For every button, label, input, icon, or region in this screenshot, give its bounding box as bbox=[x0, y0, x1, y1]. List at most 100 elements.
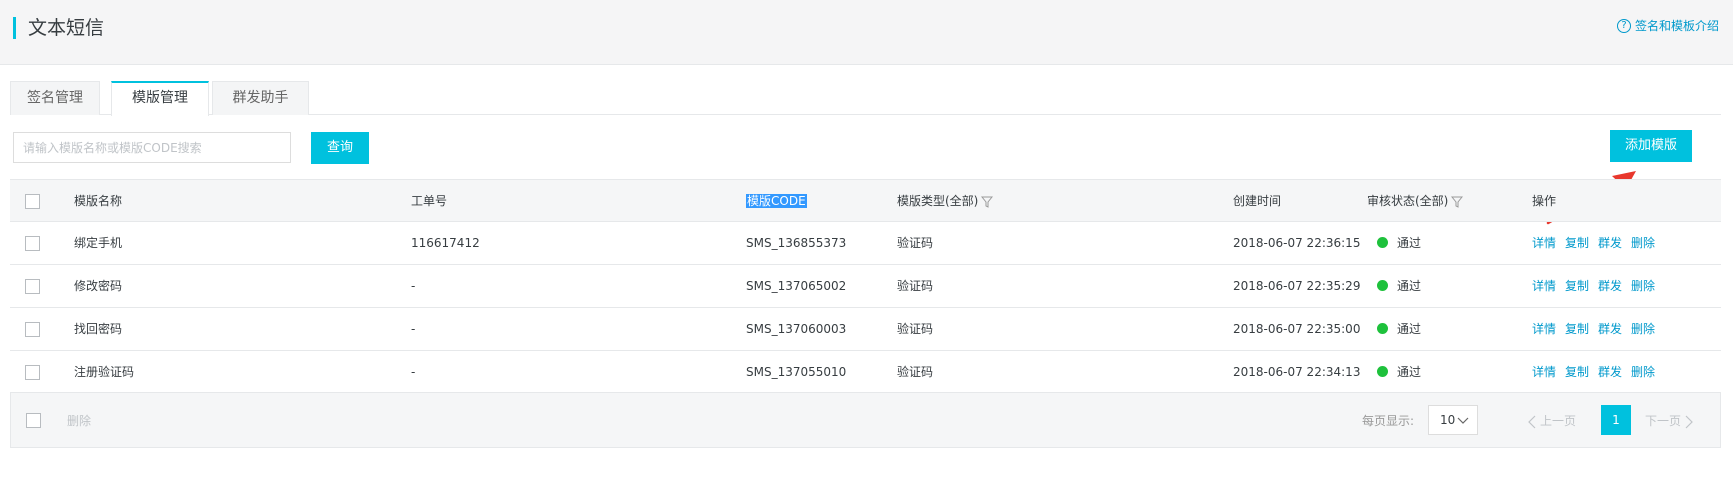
action-detail-link[interactable]: 详情 bbox=[1532, 236, 1556, 250]
action-bulk-send-link[interactable]: 群发 bbox=[1598, 279, 1622, 293]
action-copy-link[interactable]: 复制 bbox=[1565, 279, 1589, 293]
action-delete-link[interactable]: 删除 bbox=[1631, 279, 1655, 293]
cell-ticket: - bbox=[411, 365, 416, 379]
cell-actions: 详情 复制 群发 删除 bbox=[1532, 265, 1664, 308]
prev-page-button[interactable]: 上一页 bbox=[1527, 412, 1576, 429]
per-page-value: 10 bbox=[1440, 413, 1456, 427]
tab-bulk-send[interactable]: 群发助手 bbox=[212, 81, 309, 115]
status-dot-icon bbox=[1377, 323, 1388, 334]
cell-actions: 详情 复制 群发 删除 bbox=[1532, 351, 1664, 394]
question-icon: ? bbox=[1616, 18, 1631, 33]
cell-ticket: 116617412 bbox=[411, 236, 480, 250]
col-code: 模版CODE bbox=[746, 180, 807, 223]
action-copy-link[interactable]: 复制 bbox=[1565, 236, 1589, 250]
cell-type: 验证码 bbox=[897, 365, 934, 379]
cell-type: 验证码 bbox=[897, 236, 934, 250]
cell-status: 通过 bbox=[1377, 308, 1421, 351]
page-header: 文本短信 ? 签名和模板介绍 bbox=[0, 0, 1733, 65]
cell-ticket: - bbox=[411, 279, 416, 293]
per-page-select[interactable]: 10 bbox=[1428, 405, 1478, 435]
tab-template[interactable]: 模版管理 bbox=[111, 81, 209, 116]
cell-code: SMS_137060003 bbox=[746, 322, 847, 336]
table-row: 注册验证码 - SMS_137055010 验证码 2018-06-07 22:34:1… bbox=[10, 351, 1721, 394]
add-template-button[interactable]: 添加模版 bbox=[1610, 130, 1692, 162]
status-label: 通过 bbox=[1397, 279, 1422, 293]
action-detail-link[interactable]: 详情 bbox=[1532, 279, 1556, 293]
col-ticket: 工单号 bbox=[411, 194, 448, 208]
cell-name: 修改密码 bbox=[74, 279, 123, 293]
row-checkbox[interactable] bbox=[25, 365, 40, 380]
action-copy-link[interactable]: 复制 bbox=[1565, 322, 1589, 336]
col-type[interactable]: 模版类型(全部) bbox=[897, 180, 994, 223]
table-row: 绑定手机 116617412 SMS_136855373 验证码 2018-06-07 … bbox=[10, 222, 1721, 265]
action-copy-link[interactable]: 复制 bbox=[1565, 365, 1589, 379]
action-bulk-send-link[interactable]: 群发 bbox=[1598, 322, 1622, 336]
chevron-right-icon bbox=[1685, 415, 1693, 428]
chevron-down-icon bbox=[1457, 417, 1469, 424]
col-code-label: 模版CODE bbox=[746, 194, 807, 208]
filter-icon[interactable] bbox=[981, 196, 994, 208]
page-title: 文本短信 bbox=[28, 17, 105, 39]
cell-created: 2018-06-07 22:35:29 bbox=[1233, 279, 1361, 293]
action-detail-link[interactable]: 详情 bbox=[1532, 365, 1556, 379]
action-detail-link[interactable]: 详情 bbox=[1532, 322, 1556, 336]
page-1-button[interactable]: 1 bbox=[1601, 405, 1631, 435]
row-checkbox[interactable] bbox=[25, 279, 40, 294]
chevron-left-icon bbox=[1528, 415, 1536, 428]
cell-name: 绑定手机 bbox=[74, 236, 123, 250]
table-row: 找回密码 - SMS_137060003 验证码 2018-06-07 22:35:00… bbox=[10, 308, 1721, 351]
cell-code: SMS_137055010 bbox=[746, 365, 847, 379]
cell-created: 2018-06-07 22:36:15 bbox=[1233, 236, 1361, 250]
next-page-button[interactable]: 下一页 bbox=[1645, 412, 1694, 429]
cell-created: 2018-06-07 22:35:00 bbox=[1233, 322, 1361, 336]
tab-signature[interactable]: 签名管理 bbox=[10, 81, 100, 115]
cell-status: 通过 bbox=[1377, 265, 1421, 308]
footer-select-all-checkbox[interactable] bbox=[26, 413, 41, 428]
action-delete-link[interactable]: 删除 bbox=[1631, 236, 1655, 250]
status-label: 通过 bbox=[1397, 322, 1422, 336]
next-page-label: 下一页 bbox=[1645, 414, 1682, 428]
action-delete-link[interactable]: 删除 bbox=[1631, 322, 1655, 336]
title-accent-bar bbox=[13, 17, 16, 39]
status-dot-icon bbox=[1377, 280, 1388, 291]
table-row: 修改密码 - SMS_137065002 验证码 2018-06-07 22:35:29… bbox=[10, 265, 1721, 308]
help-link[interactable]: ? 签名和模板介绍 bbox=[1616, 17, 1719, 34]
action-bulk-send-link[interactable]: 群发 bbox=[1598, 236, 1622, 250]
search-button[interactable]: 查询 bbox=[311, 132, 369, 164]
cell-status: 通过 bbox=[1377, 222, 1421, 265]
action-delete-link[interactable]: 删除 bbox=[1631, 365, 1655, 379]
cell-status: 通过 bbox=[1377, 351, 1421, 394]
status-dot-icon bbox=[1377, 237, 1388, 248]
status-label: 通过 bbox=[1397, 236, 1422, 250]
select-all-checkbox[interactable] bbox=[25, 194, 40, 209]
row-checkbox[interactable] bbox=[25, 322, 40, 337]
cell-name: 找回密码 bbox=[74, 322, 123, 336]
cell-ticket: - bbox=[411, 322, 416, 336]
filter-icon[interactable] bbox=[1451, 196, 1464, 208]
col-status[interactable]: 审核状态(全部) bbox=[1367, 180, 1464, 223]
table-header-row: 模版名称 工单号 模版CODE 模版类型(全部) 创建时间 审核状态(全部) 操… bbox=[10, 179, 1721, 222]
help-link-label: 签名和模板介绍 bbox=[1634, 19, 1719, 33]
col-status-label: 审核状态(全部) bbox=[1367, 194, 1449, 208]
bulk-delete-button[interactable]: 删除 bbox=[67, 412, 91, 429]
cell-created: 2018-06-07 22:34:13 bbox=[1233, 365, 1361, 379]
col-actions: 操作 bbox=[1532, 194, 1557, 208]
prev-page-label: 上一页 bbox=[1540, 414, 1577, 428]
cell-code: SMS_136855373 bbox=[746, 236, 847, 250]
row-checkbox[interactable] bbox=[25, 236, 40, 251]
cell-type: 验证码 bbox=[897, 279, 934, 293]
cell-name: 注册验证码 bbox=[74, 365, 135, 379]
cell-actions: 详情 复制 群发 删除 bbox=[1532, 222, 1664, 265]
per-page-label: 每页显示: bbox=[1362, 414, 1415, 428]
status-label: 通过 bbox=[1397, 365, 1422, 379]
col-name: 模版名称 bbox=[74, 194, 123, 208]
search-input[interactable] bbox=[13, 132, 291, 163]
action-bulk-send-link[interactable]: 群发 bbox=[1598, 365, 1622, 379]
table-footer: 删除 每页显示: 10 上一页 1 下一页 bbox=[10, 392, 1721, 448]
col-type-label: 模版类型(全部) bbox=[897, 194, 979, 208]
status-dot-icon bbox=[1377, 366, 1388, 377]
tab-bar: 签名管理 模版管理 群发助手 bbox=[10, 81, 1721, 116]
col-created: 创建时间 bbox=[1233, 194, 1282, 208]
cell-actions: 详情 复制 群发 删除 bbox=[1532, 308, 1664, 351]
cell-code: SMS_137065002 bbox=[746, 279, 847, 293]
